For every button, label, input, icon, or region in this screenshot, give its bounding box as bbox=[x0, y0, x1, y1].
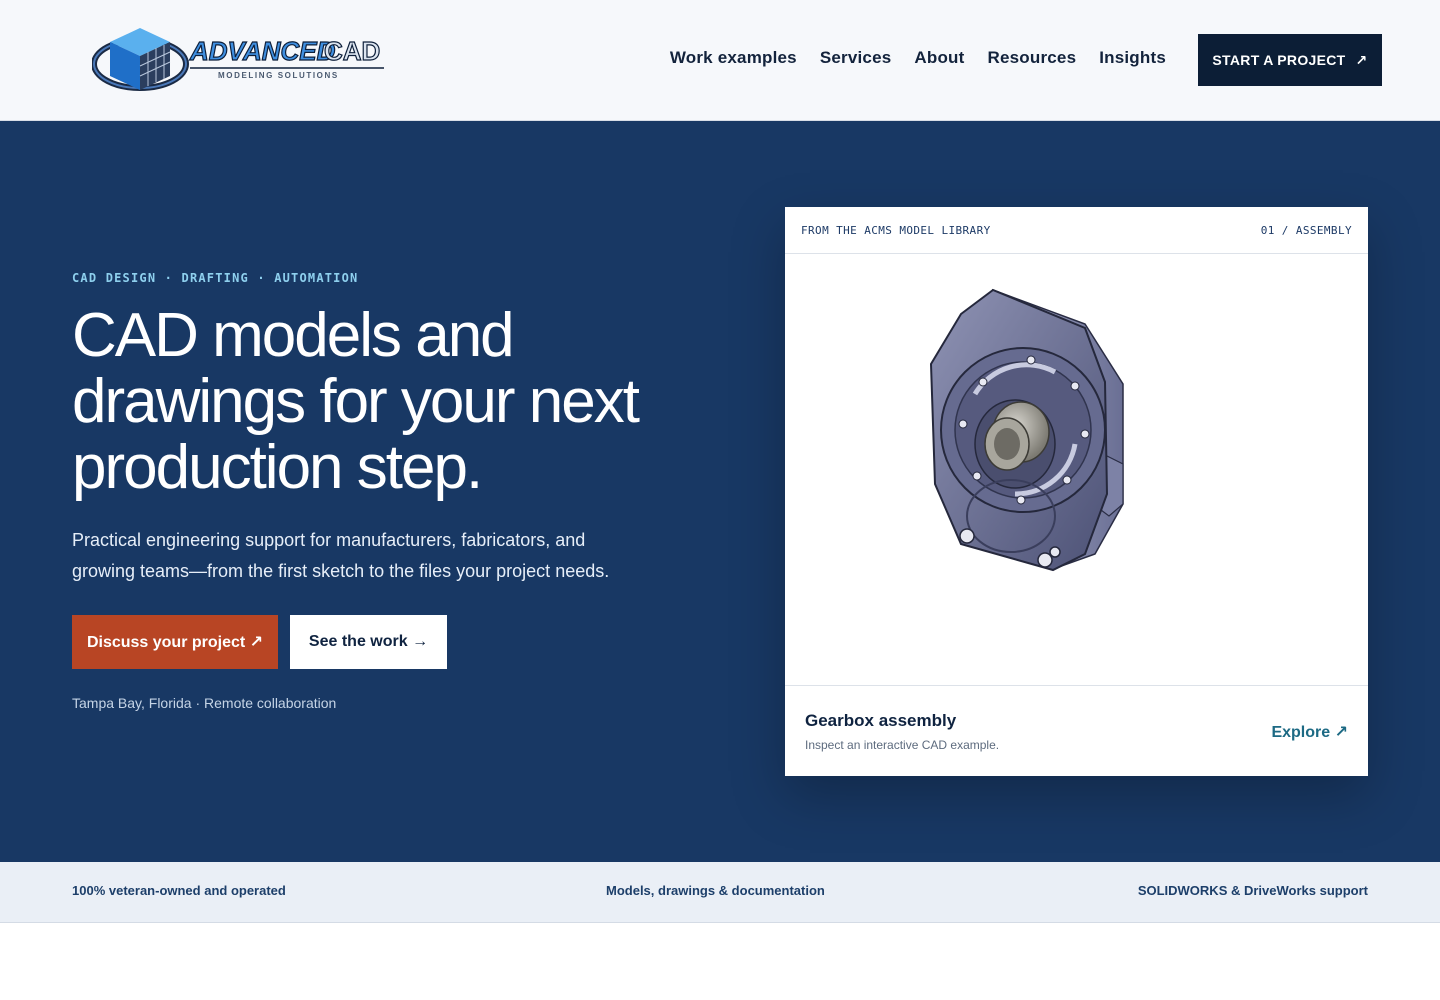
gearbox-image[interactable] bbox=[785, 254, 1368, 686]
main-nav: Work examples Services About Resources I… bbox=[670, 48, 1166, 68]
nav-about[interactable]: About bbox=[914, 48, 964, 68]
location-text: Tampa Bay, Florida · Remote collaboratio… bbox=[72, 695, 337, 711]
svg-text:CAD: CAD bbox=[324, 36, 380, 66]
strip-models-drawings: Models, drawings & documentation bbox=[606, 883, 825, 898]
see-work-button[interactable]: See the work → bbox=[290, 615, 447, 669]
hero-headline: CAD models and drawings for your next pr… bbox=[72, 301, 640, 502]
hero-section: CAD DESIGN · DRAFTING · AUTOMATION CAD m… bbox=[0, 121, 1440, 862]
nav-resources[interactable]: Resources bbox=[987, 48, 1076, 68]
company-logo[interactable]: ADVANCED CAD MODELING SOLUTIONS bbox=[91, 20, 392, 100]
site-header: ADVANCED CAD MODELING SOLUTIONS Work exa… bbox=[0, 0, 1440, 121]
start-project-label: START A PROJECT bbox=[1212, 52, 1346, 68]
strip-veteran-owned: 100% veteran-owned and operated bbox=[72, 883, 286, 898]
nav-services[interactable]: Services bbox=[820, 48, 892, 68]
hero-eyebrow: CAD DESIGN · DRAFTING · AUTOMATION bbox=[72, 271, 359, 285]
nav-work-examples[interactable]: Work examples bbox=[670, 48, 797, 68]
card-library-label: FROM THE ACMS MODEL LIBRARY bbox=[801, 223, 991, 237]
svg-text:MODELING SOLUTIONS: MODELING SOLUTIONS bbox=[218, 71, 339, 80]
discuss-project-button[interactable]: Discuss your project ↗ bbox=[72, 615, 278, 669]
strip-solidworks-support: SOLIDWORKS & DriveWorks support bbox=[1137, 883, 1368, 898]
card-title: Gearbox assembly bbox=[805, 711, 957, 730]
card-description: Inspect an interactive CAD example. bbox=[805, 738, 1000, 752]
arrow-up-right-icon: ↗ bbox=[1355, 51, 1368, 68]
card-header: FROM THE ACMS MODEL LIBRARY 01 / ASSEMBL… bbox=[785, 207, 1368, 254]
start-project-button[interactable]: START A PROJECT ↗ bbox=[1198, 34, 1382, 86]
model-card: FROM THE ACMS MODEL LIBRARY 01 / ASSEMBL… bbox=[785, 207, 1368, 776]
hero-subtext: Practical engineering support for manufa… bbox=[72, 530, 610, 581]
card-footer: Gearbox assembly Inspect an interactive … bbox=[785, 687, 1368, 776]
feature-strip: 100% veteran-owned and operated Models, … bbox=[0, 862, 1440, 923]
nav-insights[interactable]: Insights bbox=[1099, 48, 1166, 68]
card-index-label: 01 / ASSEMBLY bbox=[1260, 223, 1352, 237]
explore-link[interactable]: Explore ↗ bbox=[1271, 722, 1348, 742]
svg-text:ADVANCED: ADVANCED bbox=[189, 36, 336, 66]
